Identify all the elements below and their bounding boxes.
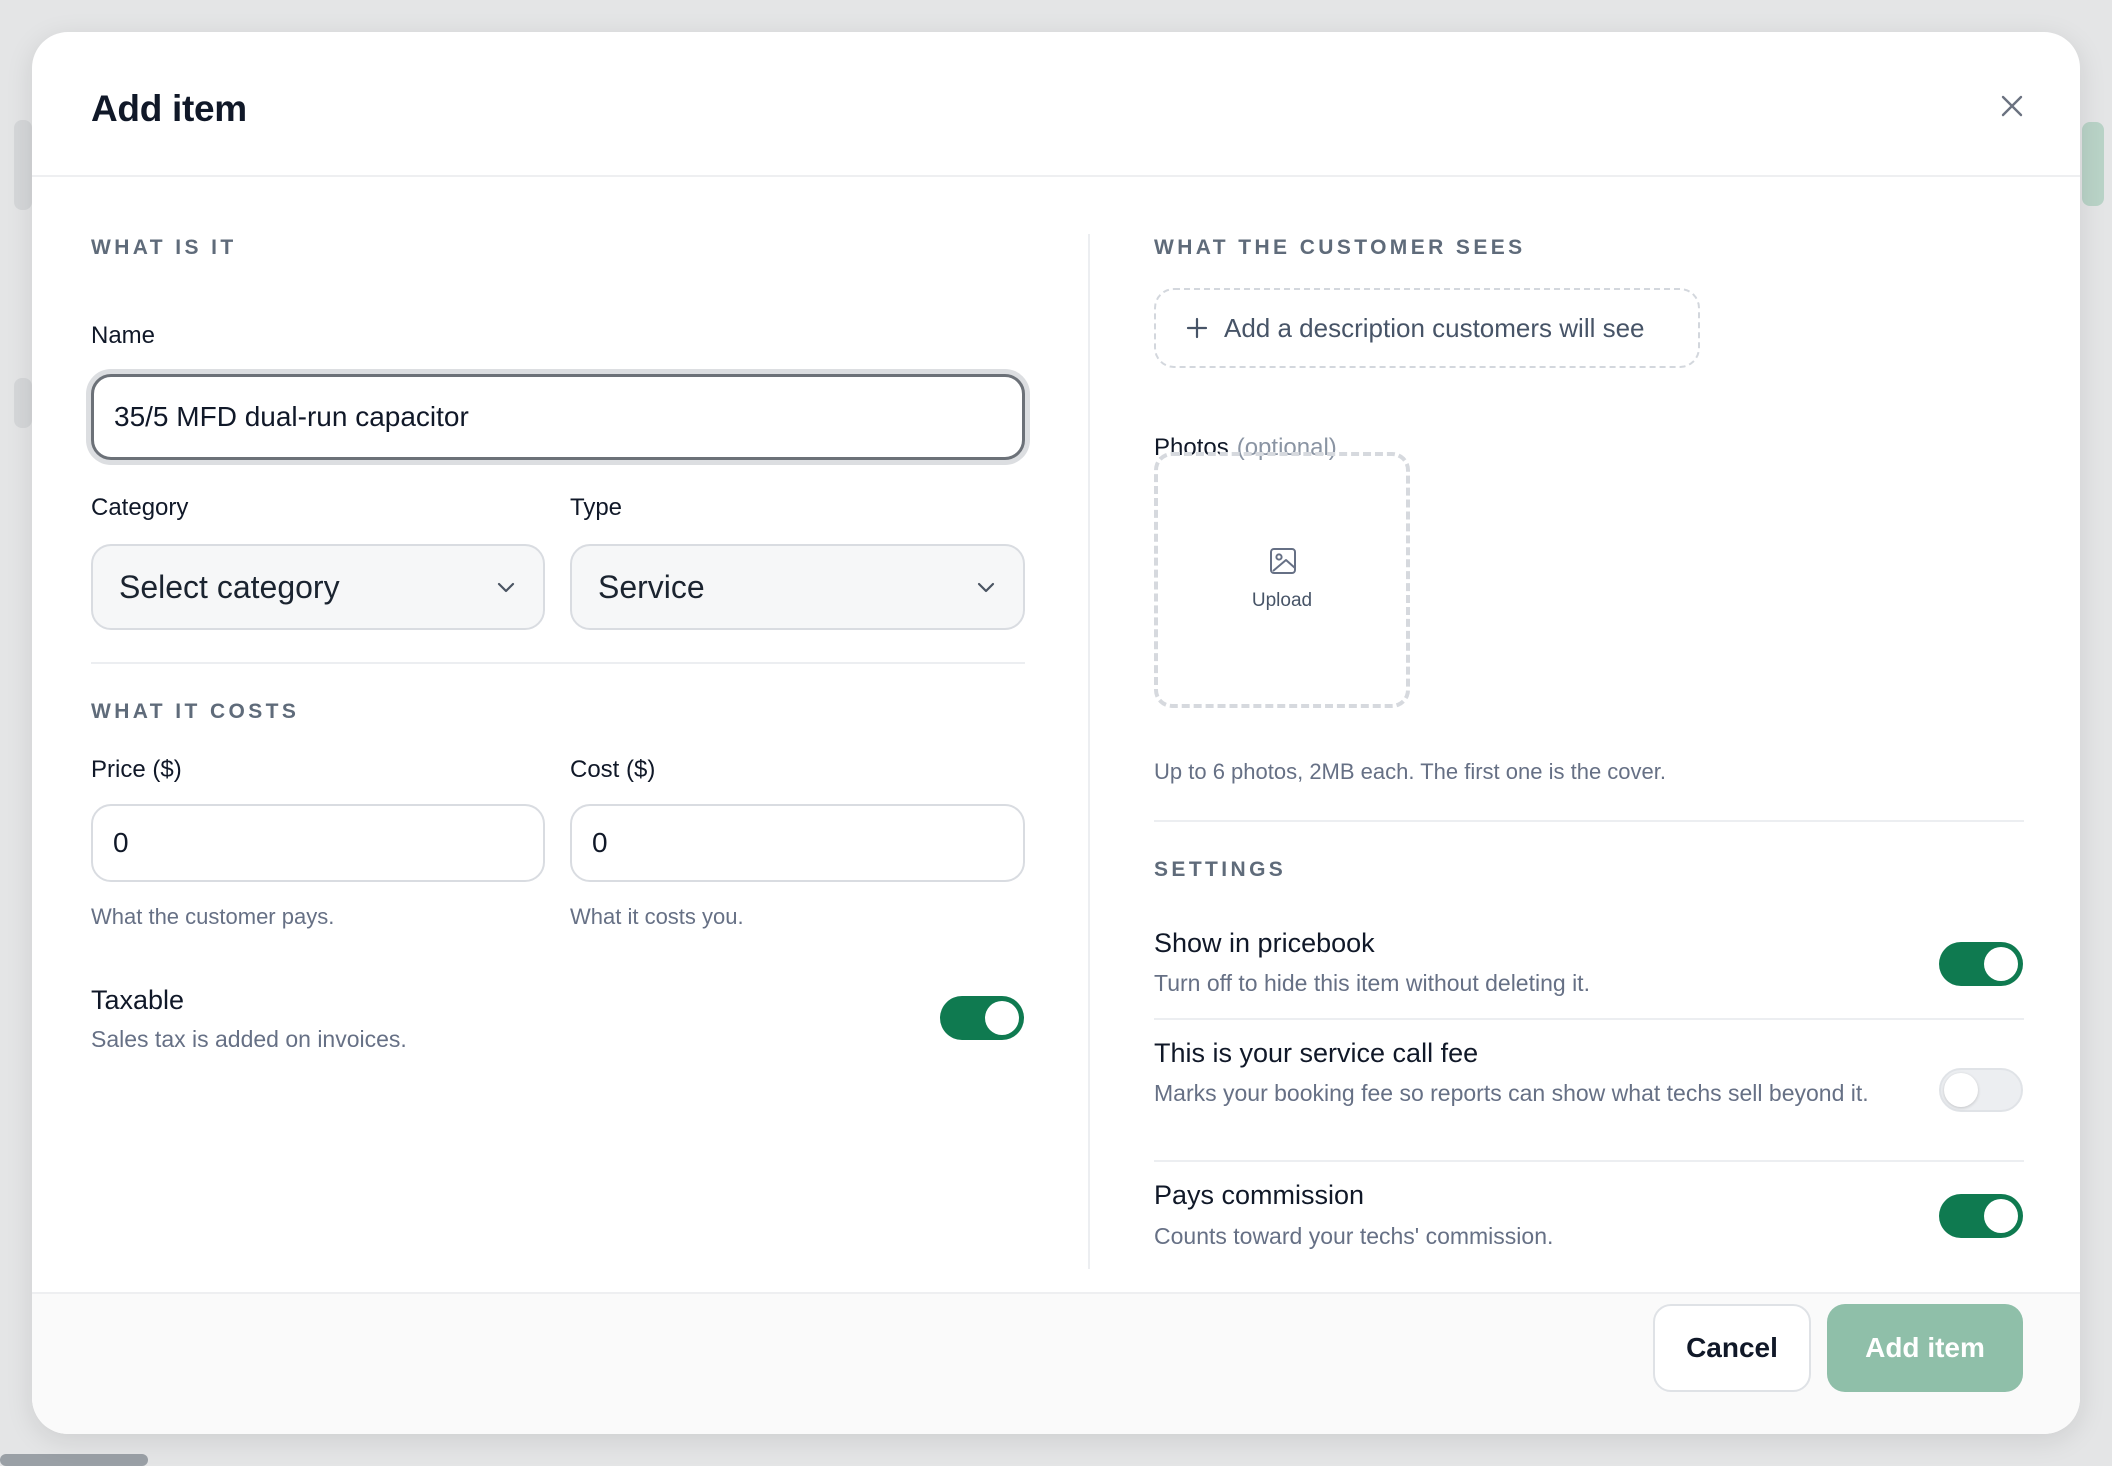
- backdrop-block: [14, 378, 32, 428]
- cost-input[interactable]: 0: [570, 804, 1025, 882]
- setting-pricebook-desc: Turn off to hide this item without delet…: [1154, 970, 1590, 996]
- close-button[interactable]: [1988, 82, 2036, 130]
- category-select[interactable]: Select category: [91, 544, 545, 630]
- plus-icon: [1186, 317, 1208, 339]
- price-help: What the customer pays.: [91, 904, 335, 929]
- modal-header: Add item: [32, 32, 2080, 177]
- setting-commission-title: Pays commission: [1154, 1180, 1365, 1210]
- section-what-it-costs: WHAT IT COSTS: [91, 700, 300, 723]
- section-what-is-it: WHAT IS IT: [91, 236, 237, 259]
- type-label: Type: [570, 494, 623, 521]
- setting-pricebook-title: Show in pricebook: [1154, 928, 1375, 958]
- toggle-knob: [1984, 947, 2018, 981]
- settings-divider: [1154, 1160, 2024, 1162]
- setting-commission-desc: Counts toward your techs' commission.: [1154, 1223, 1554, 1249]
- backdrop-block: [2082, 122, 2104, 206]
- taxable-toggle[interactable]: [940, 996, 1024, 1040]
- category-select-value: Select category: [119, 568, 340, 605]
- column-divider: [1088, 234, 1090, 1269]
- price-label: Price ($): [91, 756, 182, 783]
- close-icon: [2001, 95, 2023, 117]
- toggle-knob: [1944, 1073, 1978, 1107]
- type-select-value: Service: [598, 568, 705, 605]
- add-description-label: Add a description customers will see: [1224, 312, 1645, 343]
- setting-service-fee-desc: Marks your booking fee so reports can sh…: [1154, 1080, 1869, 1106]
- chevron-down-icon: [977, 582, 995, 593]
- setting-service-fee-title: This is your service call fee: [1154, 1038, 1479, 1068]
- toggle-knob: [985, 1001, 1019, 1035]
- category-label: Category: [91, 494, 189, 521]
- chevron-down-icon: [497, 582, 515, 593]
- section-customer-sees: WHAT THE CUSTOMER SEES: [1154, 236, 1526, 259]
- add-item-button[interactable]: Add item: [1827, 1304, 2023, 1392]
- backdrop-block: [0, 1454, 148, 1466]
- photos-help: Up to 6 photos, 2MB each. The first one …: [1154, 759, 1666, 784]
- cancel-button[interactable]: Cancel: [1653, 1304, 1811, 1392]
- pays-commission-toggle[interactable]: [1939, 1194, 2023, 1238]
- taxable-title: Taxable: [91, 985, 185, 1015]
- backdrop-block: [14, 120, 32, 210]
- price-input[interactable]: 0: [91, 804, 545, 882]
- name-label: Name: [91, 322, 156, 349]
- cost-label: Cost ($): [570, 756, 656, 783]
- add-description-button[interactable]: Add a description customers will see: [1154, 288, 1700, 368]
- type-select[interactable]: Service: [570, 544, 1025, 630]
- right-divider: [1154, 820, 2024, 822]
- name-input[interactable]: 35/5 MFD dual-run capacitor: [91, 374, 1025, 460]
- show-in-pricebook-toggle[interactable]: [1939, 942, 2023, 986]
- taxable-desc: Sales tax is added on invoices.: [91, 1026, 407, 1052]
- image-icon: [1270, 548, 1296, 574]
- settings-divider: [1154, 1018, 2024, 1020]
- section-settings: SETTINGS: [1154, 858, 1287, 881]
- upload-label: Upload: [1251, 590, 1313, 611]
- left-divider: [91, 662, 1025, 664]
- toggle-knob: [1984, 1199, 2018, 1233]
- photo-upload-area[interactable]: Upload: [1154, 452, 1410, 708]
- add-item-modal: Add item WHAT IS IT Name 35/5 MFD dual-r…: [32, 32, 2080, 1434]
- modal-title: Add item: [91, 88, 247, 129]
- service-call-fee-toggle[interactable]: [1939, 1068, 2023, 1112]
- cost-help: What it costs you.: [570, 904, 744, 929]
